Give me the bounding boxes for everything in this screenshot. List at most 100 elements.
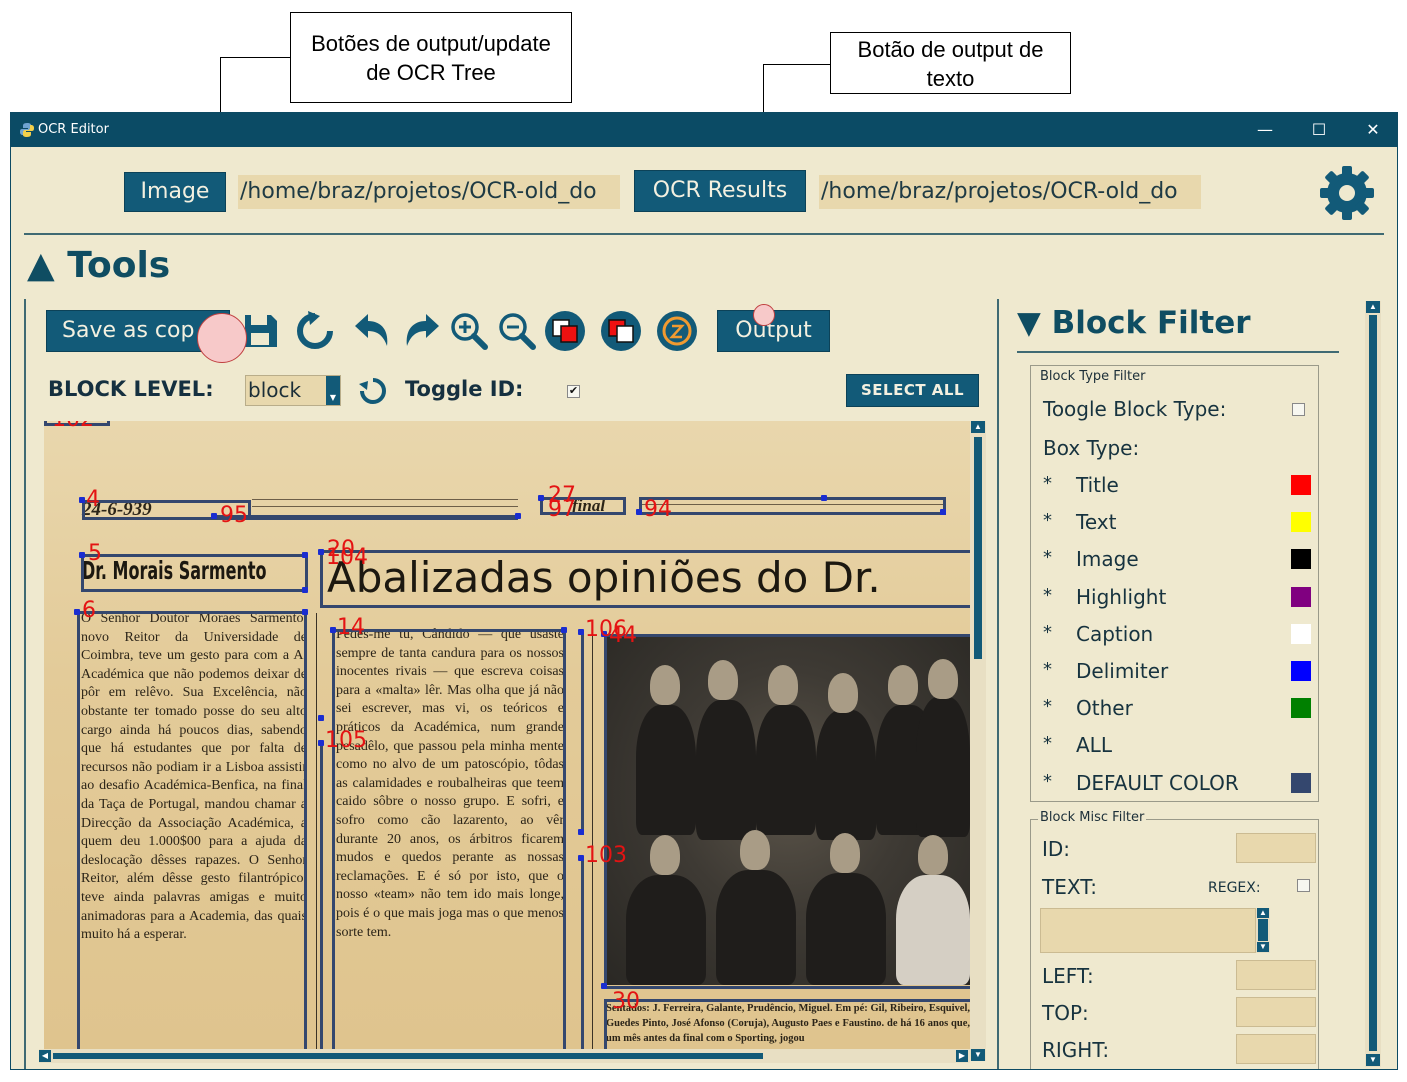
resize-handle[interactable] <box>302 609 308 615</box>
resize-handle[interactable] <box>821 495 827 501</box>
ocr-box-94[interactable] <box>639 497 946 515</box>
resize-handle[interactable] <box>578 629 584 635</box>
text-filter-input[interactable] <box>1040 908 1256 953</box>
scroll-thumb[interactable] <box>974 437 982 659</box>
redo-icon[interactable] <box>401 310 443 352</box>
refresh-icon[interactable] <box>294 310 336 352</box>
id-input[interactable] <box>1236 833 1316 863</box>
scroll-up-arrow-icon[interactable]: ▲ <box>1257 908 1269 918</box>
resize-handle[interactable] <box>940 509 946 515</box>
right-input[interactable] <box>1236 1034 1316 1064</box>
ocr-box-30[interactable] <box>604 999 970 1049</box>
reset-order-icon[interactable] <box>656 310 698 352</box>
block-level-value: block <box>248 378 302 402</box>
color-swatch[interactable] <box>1291 475 1311 495</box>
box-type-bullet: * <box>1043 510 1052 531</box>
resize-handle[interactable] <box>74 609 80 615</box>
resize-handle[interactable] <box>79 497 85 503</box>
maximize-button[interactable]: ☐ <box>1299 118 1339 142</box>
box-type-label[interactable]: Other <box>1076 696 1133 720</box>
box-type-label[interactable]: ALL <box>1076 733 1112 757</box>
resize-handle[interactable] <box>330 627 336 633</box>
toggle-id-checkbox[interactable]: ✔ <box>567 385 580 398</box>
ocr-box-6[interactable] <box>77 611 307 1049</box>
resize-handle[interactable] <box>636 509 642 515</box>
ocr-box-95[interactable] <box>212 515 518 520</box>
box-type-label[interactable]: DEFAULT COLOR <box>1076 771 1239 795</box>
rotate-icon[interactable] <box>357 375 389 407</box>
box-type-label[interactable]: Highlight <box>1076 585 1166 609</box>
scroll-right-arrow-icon[interactable]: ▶ <box>956 1050 968 1062</box>
ocr-results-button[interactable]: OCR Results <box>634 170 806 212</box>
scroll-up-arrow-icon[interactable]: ▲ <box>1366 301 1380 313</box>
zoom-out-icon[interactable] <box>496 310 538 352</box>
scroll-up-arrow-icon[interactable]: ▲ <box>971 421 985 433</box>
tools-title[interactable]: ▲ Tools <box>27 245 170 286</box>
resize-handle[interactable] <box>578 829 584 835</box>
resize-handle[interactable] <box>318 715 324 721</box>
resize-handle[interactable] <box>538 495 544 501</box>
undo-icon[interactable] <box>351 310 393 352</box>
split-box-icon[interactable] <box>600 310 642 352</box>
resize-handle[interactable] <box>578 855 584 861</box>
resize-handle[interactable] <box>318 740 324 746</box>
canvas-horizontal-scrollbar[interactable]: ◀ ▶ <box>39 1049 970 1063</box>
ocr-box-14[interactable] <box>332 629 566 1049</box>
panel-vertical-scrollbar[interactable]: ▲ ▼ <box>1365 301 1381 1067</box>
ocr-path-field[interactable]: /home/braz/projetos/OCR-old_do <box>819 175 1201 209</box>
color-swatch[interactable] <box>1291 661 1311 681</box>
scroll-down-arrow-icon[interactable]: ▼ <box>1257 942 1269 952</box>
image-canvas[interactable]: 24-6-939 final Dr. Morais Sarmento Abali… <box>44 421 970 1049</box>
block-level-select[interactable]: block ▼ <box>245 375 341 406</box>
chevron-down-icon[interactable]: ▼ <box>326 376 340 405</box>
block-filter-title[interactable]: ▼ Block Filter <box>1017 305 1251 341</box>
toggle-block-type-checkbox[interactable] <box>1292 403 1305 416</box>
resize-handle[interactable] <box>561 627 567 633</box>
color-swatch[interactable] <box>1291 773 1311 793</box>
box-type-label[interactable]: Text <box>1076 510 1116 534</box>
scroll-left-arrow-icon[interactable]: ◀ <box>39 1050 51 1062</box>
regex-checkbox[interactable] <box>1297 879 1310 892</box>
left-input[interactable] <box>1236 960 1316 990</box>
box-type-label[interactable]: Delimiter <box>1076 659 1168 683</box>
canvas-vertical-scrollbar[interactable]: ▲ ▼ <box>970 421 986 1061</box>
box-type-label[interactable]: Caption <box>1076 622 1153 646</box>
ocr-box-44[interactable] <box>604 634 970 989</box>
scroll-down-arrow-icon[interactable]: ▼ <box>971 1049 985 1061</box>
resize-handle[interactable] <box>79 552 85 558</box>
resize-handle[interactable] <box>302 552 308 558</box>
color-swatch[interactable] <box>1291 587 1311 607</box>
minimize-button[interactable]: — <box>1245 118 1285 142</box>
image-button[interactable]: Image <box>124 172 226 212</box>
merge-boxes-icon[interactable] <box>544 310 586 352</box>
ocr-box-104[interactable] <box>320 550 970 608</box>
ocr-box-103[interactable] <box>580 857 584 1049</box>
scroll-thumb[interactable] <box>1369 315 1377 1051</box>
settings-gear-icon[interactable] <box>1317 163 1377 223</box>
block-misc-frame-title: Block Misc Filter <box>1038 810 1147 825</box>
resize-handle[interactable] <box>601 983 607 989</box>
ocr-box-106[interactable] <box>580 631 584 835</box>
color-swatch[interactable] <box>1291 549 1311 569</box>
resize-handle[interactable] <box>318 549 324 555</box>
top-input[interactable] <box>1236 997 1316 1027</box>
resize-handle[interactable] <box>211 513 217 519</box>
ocr-box-5[interactable] <box>81 554 308 592</box>
box-type-label[interactable]: Title <box>1076 473 1119 497</box>
scroll-thumb[interactable] <box>1258 919 1268 941</box>
resize-handle[interactable] <box>515 513 521 519</box>
resize-handle[interactable] <box>302 587 308 593</box>
text-filter-scrollbar[interactable]: ▲ ▼ <box>1256 908 1270 953</box>
color-swatch[interactable] <box>1291 698 1311 718</box>
ocr-box-105[interactable] <box>320 742 324 1049</box>
color-swatch[interactable] <box>1291 512 1311 532</box>
close-button[interactable]: ✕ <box>1353 118 1393 142</box>
select-all-button[interactable]: SELECT ALL <box>846 374 979 407</box>
color-swatch[interactable] <box>1291 624 1311 644</box>
tree-callout: Botões de output/update de OCR Tree <box>290 12 572 103</box>
box-type-label[interactable]: Image <box>1076 547 1139 571</box>
scroll-thumb[interactable] <box>53 1053 763 1059</box>
scroll-down-arrow-icon[interactable]: ▼ <box>1366 1054 1380 1066</box>
image-path-field[interactable]: /home/braz/projetos/OCR-old_do <box>238 175 620 209</box>
zoom-in-icon[interactable] <box>448 310 490 352</box>
